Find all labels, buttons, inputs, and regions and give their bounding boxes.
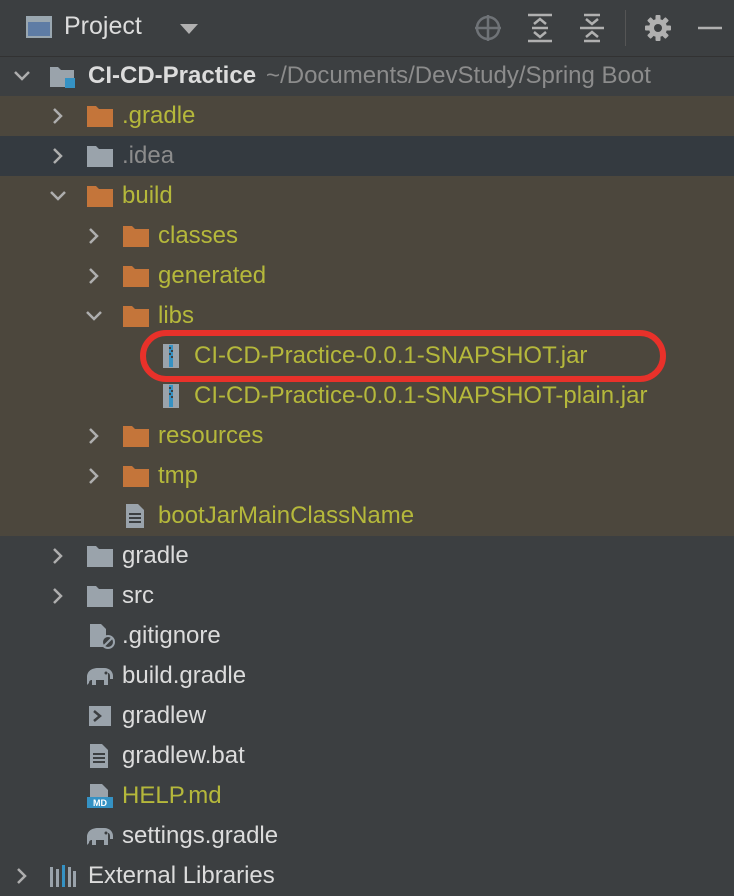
tree-label: External Libraries: [88, 862, 275, 889]
tree-row-external-libraries[interactable]: External Libraries: [0, 856, 734, 896]
shell-script-icon: [89, 706, 111, 726]
tree-row-plain-jar[interactable]: CI-CD-Practice-0.0.1-SNAPSHOT-plain.jar: [0, 376, 734, 416]
toolbar-separator: [625, 10, 626, 46]
tree-row-src[interactable]: src: [0, 576, 734, 616]
module-folder-icon: [50, 67, 75, 88]
folder-orange-icon: [123, 266, 149, 287]
chevron-right-icon[interactable]: [48, 146, 68, 166]
text-file-icon: [126, 504, 144, 528]
tree-row-generated[interactable]: generated: [0, 256, 734, 296]
folder-orange-icon: [87, 186, 113, 207]
tree-row-root[interactable]: CI-CD-Practice ~/Documents/DevStudy/Sprin…: [0, 56, 734, 96]
tree-row-bootjar-file[interactable]: bootJarMainClassName: [0, 496, 734, 536]
jar-archive-icon: [163, 344, 179, 368]
tree-row-snapshot-jar[interactable]: CI-CD-Practice-0.0.1-SNAPSHOT.jar: [0, 336, 734, 376]
tree-label: CI-CD-Practice-0.0.1-SNAPSHOT.jar: [194, 342, 588, 369]
gradle-elephant-icon: [87, 668, 113, 685]
tree-row-gitignore[interactable]: .gitignore: [0, 616, 734, 656]
locate-icon[interactable]: [472, 12, 504, 44]
tree-row-libs[interactable]: libs: [0, 296, 734, 336]
tree-row-classes[interactable]: classes: [0, 216, 734, 256]
minimize-icon[interactable]: [696, 12, 728, 44]
dropdown-caret-icon[interactable]: [180, 24, 198, 34]
text-file-icon: [90, 744, 108, 768]
expand-all-icon[interactable]: [524, 12, 556, 44]
tree-label: .gradle: [122, 102, 196, 129]
chevron-right-icon[interactable]: [84, 426, 104, 446]
tree-label: build.gradle: [122, 662, 247, 689]
chevron-right-icon[interactable]: [84, 226, 104, 246]
folder-orange-icon: [123, 226, 149, 247]
tree-label: gradle: [122, 542, 189, 569]
folder-gray-icon: [87, 546, 113, 567]
tree-label: CI-CD-Practice-0.0.1-SNAPSHOT-plain.jar: [194, 382, 648, 409]
tree-label: bootJarMainClassName: [158, 502, 415, 529]
tree-row-gradle[interactable]: gradle: [0, 536, 734, 576]
tree-row-settings-gradle[interactable]: settings.gradle: [0, 816, 734, 856]
collapse-all-icon[interactable]: [576, 12, 608, 44]
project-window-icon: [26, 16, 52, 38]
chevron-right-icon[interactable]: [12, 866, 32, 886]
tree-label: generated: [158, 262, 267, 289]
tree-label: resources: [158, 422, 264, 449]
tree-row-gradlew-bat[interactable]: gradlew.bat: [0, 736, 734, 776]
tree-label: libs: [158, 302, 195, 329]
gradle-elephant-icon: [87, 828, 113, 845]
chevron-right-icon[interactable]: [84, 466, 104, 486]
markdown-file-icon: MD: [87, 784, 113, 808]
tree-label: tmp: [158, 462, 199, 489]
tree-row-help-md[interactable]: MD HELP.md: [0, 776, 734, 816]
tree-row-gradle-dir[interactable]: .gradle: [0, 96, 734, 136]
tree-label: classes: [158, 222, 239, 249]
project-toolbar: Project: [0, 0, 734, 57]
tree-label: src: [122, 582, 154, 609]
ignore-file-icon: [90, 624, 115, 649]
tree-label: gradlew.bat: [122, 742, 245, 769]
folder-orange-icon: [123, 426, 149, 447]
chevron-right-icon[interactable]: [48, 106, 68, 126]
jar-archive-icon: [163, 384, 179, 408]
chevron-down-icon[interactable]: [12, 66, 32, 86]
tree-row-resources[interactable]: resources: [0, 416, 734, 456]
tree-label: gradlew: [122, 702, 207, 729]
folder-orange-icon: [123, 306, 149, 327]
tree-row-idea[interactable]: .idea: [0, 136, 734, 176]
chevron-right-icon[interactable]: [84, 266, 104, 286]
library-books-icon: [50, 865, 76, 887]
chevron-down-icon[interactable]: [84, 306, 104, 326]
chevron-down-icon[interactable]: [48, 186, 68, 206]
tree-label: .gitignore: [122, 622, 221, 649]
folder-orange-icon: [87, 106, 113, 127]
chevron-right-icon[interactable]: [48, 546, 68, 566]
folder-gray-icon: [87, 146, 113, 167]
tree-label: HELP.md: [122, 782, 222, 809]
folder-orange-icon: [123, 466, 149, 487]
tree-label: .idea: [122, 142, 175, 169]
tree-label-root: CI-CD-Practice ~/Documents/DevStudy/Sprin…: [88, 62, 651, 89]
tree-row-build[interactable]: build: [0, 176, 734, 216]
settings-gear-icon[interactable]: [642, 12, 674, 44]
tree-label: settings.gradle: [122, 822, 279, 849]
folder-gray-icon: [87, 586, 113, 607]
tree-label: build: [122, 182, 173, 209]
svg-text:MD: MD: [93, 798, 107, 808]
root-path: ~/Documents/DevStudy/Spring Boot: [266, 62, 651, 89]
chevron-right-icon[interactable]: [48, 586, 68, 606]
tree-row-gradlew[interactable]: gradlew: [0, 696, 734, 736]
tree-row-build-gradle[interactable]: build.gradle: [0, 656, 734, 696]
project-view-title[interactable]: Project: [64, 12, 142, 41]
tree-row-tmp[interactable]: tmp: [0, 456, 734, 496]
